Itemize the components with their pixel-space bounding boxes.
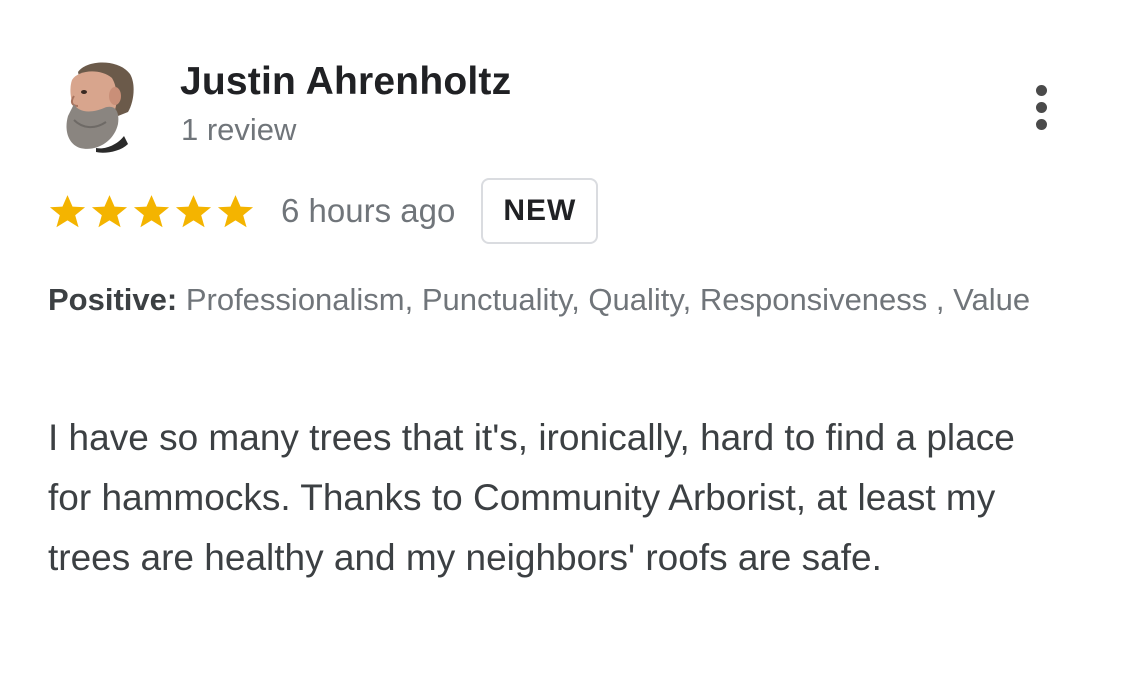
review-text: I have so many trees that it's, ironical… xyxy=(48,417,1015,578)
more-vert-icon xyxy=(1035,84,1047,96)
rating-row: 6 hours ago NEW xyxy=(48,178,599,244)
attributes-label: Positive: xyxy=(48,282,178,317)
attributes-values: Professionalism, Punctuality, Quality, R… xyxy=(177,282,1031,317)
more-vert-icon-dot xyxy=(1035,118,1047,130)
star-icon xyxy=(132,193,171,230)
review-count: 1 review xyxy=(181,112,297,147)
review-card: Justin Ahrenholtz 1 review 6 hours ago N… xyxy=(0,0,1125,675)
review-attributes: Positive: Professionalism, Punctuality, … xyxy=(48,276,1088,324)
avatar-image xyxy=(66,62,134,153)
new-badge: NEW xyxy=(481,178,599,244)
more-options-button[interactable] xyxy=(1020,78,1062,136)
reviewer-name[interactable]: Justin Ahrenholtz xyxy=(180,60,511,104)
star-icon xyxy=(90,193,129,230)
star-rating xyxy=(48,193,255,230)
more-vert-icon-dot xyxy=(1035,101,1047,113)
review-time: 6 hours ago xyxy=(281,192,456,229)
avatar[interactable] xyxy=(60,58,138,153)
star-icon xyxy=(216,193,255,230)
star-icon xyxy=(48,193,87,230)
star-icon xyxy=(174,193,213,230)
